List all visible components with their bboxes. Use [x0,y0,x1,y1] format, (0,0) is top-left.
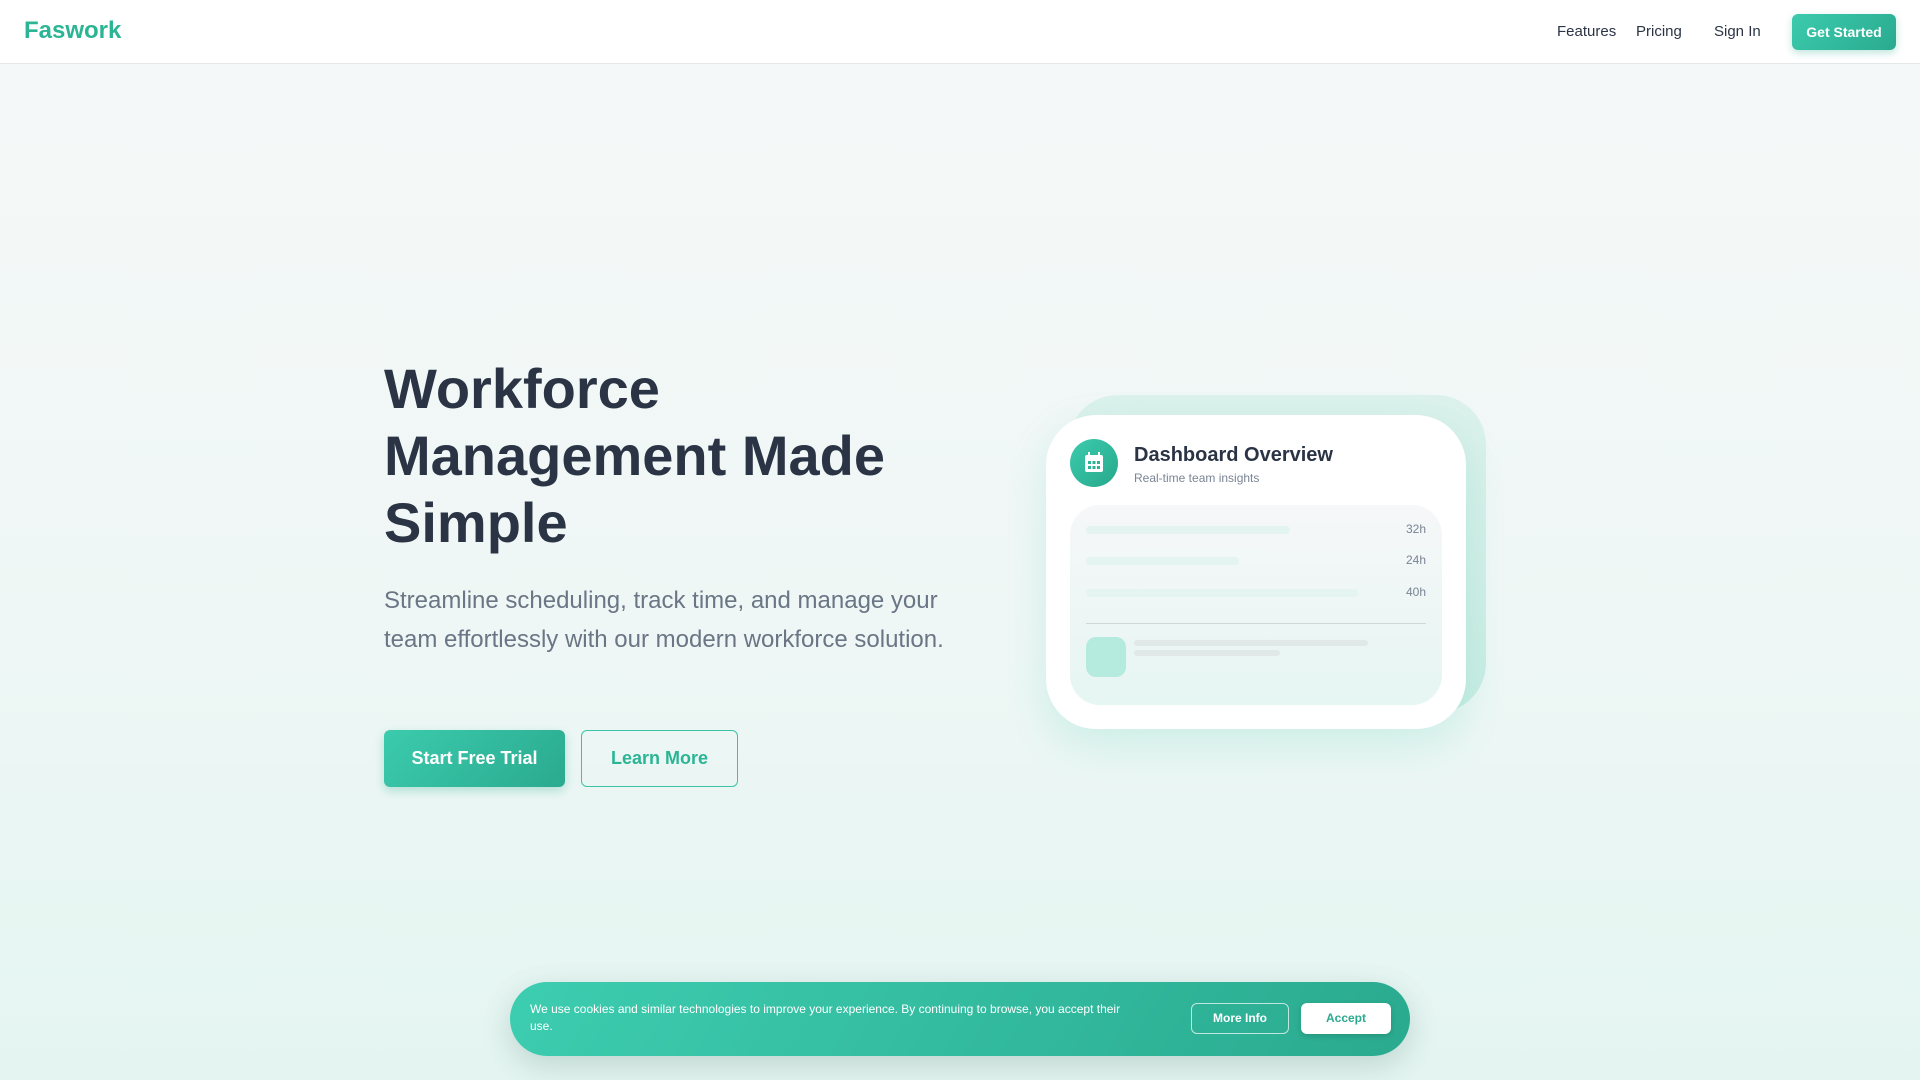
hero-title: Workforce Management Made Simple [384,357,885,554]
top-nav: Faswork Features Pricing Sign In Get Sta… [0,0,1920,64]
hours-label: 40h [1405,585,1426,599]
hours-bar [1086,526,1290,534]
accept-button[interactable]: Accept [1301,1003,1391,1034]
cookie-banner: We use cookies and similar technologies … [510,982,1410,1056]
nav-sign-in[interactable]: Sign In [1714,23,1761,40]
hours-bar [1086,557,1239,565]
cookie-text: We use cookies and similar technologies … [530,1002,1121,1033]
text-placeholder [1134,650,1280,656]
hours-label: 24h [1405,553,1426,567]
dashboard-subtitle: Real-time team insights [1134,471,1260,485]
hours-label: 32h [1405,522,1426,536]
dashboard-card: Dashboard Overview Real-time team insigh… [1046,415,1466,729]
hero-subtitle: Streamline scheduling, track time, and m… [384,587,944,653]
logo[interactable]: Faswork [24,17,121,45]
avatar-placeholder [1086,637,1126,677]
get-started-button[interactable]: Get Started [1792,14,1896,50]
hours-bar [1086,589,1358,597]
more-info-button[interactable]: More Info [1191,1003,1289,1034]
nav-features[interactable]: Features [1557,23,1616,40]
start-free-trial-button[interactable]: Start Free Trial [384,730,565,787]
divider [1086,623,1426,624]
calendar-icon [1070,439,1118,487]
text-placeholder [1134,640,1368,646]
dashboard-title: Dashboard Overview [1134,444,1333,466]
learn-more-button[interactable]: Learn More [581,730,738,787]
nav-pricing[interactable]: Pricing [1636,23,1682,40]
dashboard-panel: 32h 24h 40h [1070,505,1442,705]
